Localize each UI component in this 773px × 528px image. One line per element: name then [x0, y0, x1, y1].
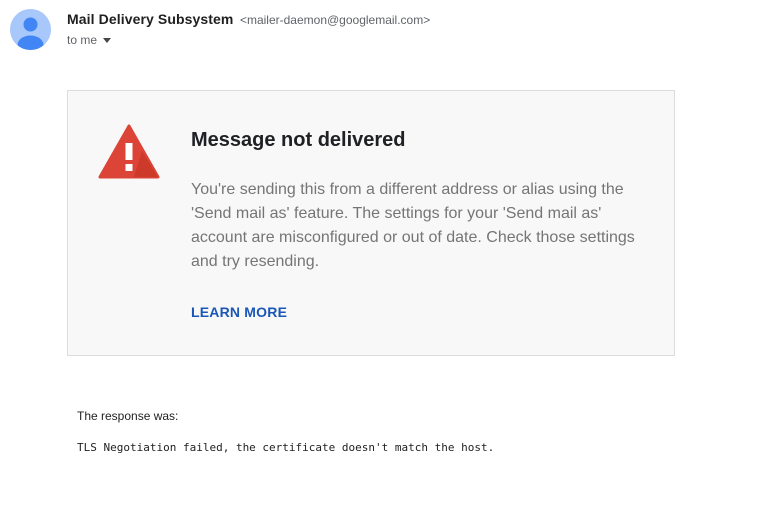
- person-icon: [17, 17, 44, 50]
- warning-triangle-icon: [98, 124, 160, 179]
- notice-body: You're sending this from a different add…: [191, 181, 635, 270]
- sender-avatar[interactable]: [10, 9, 51, 50]
- sender-name[interactable]: Mail Delivery Subsystem: [67, 11, 234, 27]
- notice-title: Message not delivered: [191, 129, 406, 151]
- recipient-label: to me: [67, 33, 98, 47]
- sender-email: <mailer-daemon@googlemail.com>: [239, 13, 431, 27]
- sender-line: Mail Delivery Subsystem <mailer-daemon@g…: [67, 11, 430, 29]
- caret-down-icon[interactable]: [103, 37, 112, 43]
- response-detail: TLS Negotiation failed, the certificate …: [77, 441, 495, 454]
- learn-more-link[interactable]: LEARN MORE: [191, 304, 287, 320]
- response-label: The response was:: [77, 409, 179, 423]
- recipient-details-toggle[interactable]: to me: [67, 33, 112, 47]
- delivery-failure-card: Message not delivered You're sending thi…: [67, 90, 675, 356]
